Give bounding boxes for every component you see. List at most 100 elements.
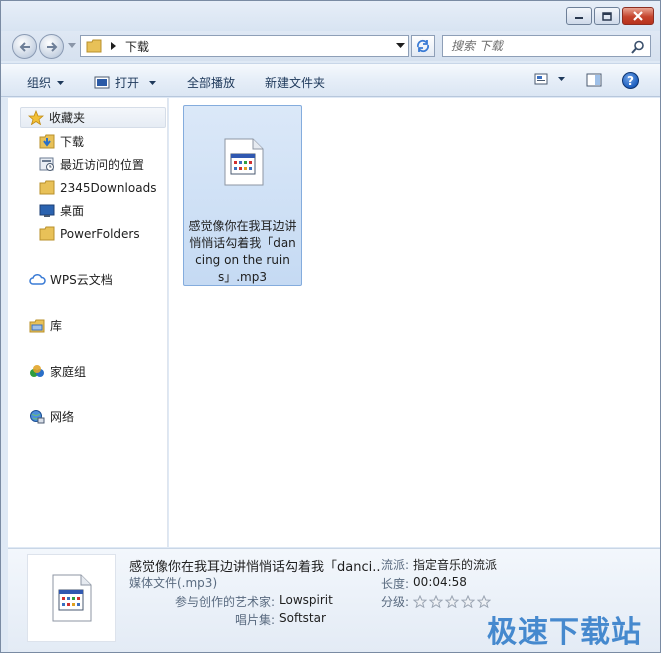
file-thumbnail (27, 554, 116, 642)
forward-arrow-icon (46, 41, 57, 52)
maximize-icon (602, 11, 612, 21)
details-file-title: 感觉像你在我耳边讲悄悄话勾着我「danci... (129, 560, 381, 575)
preview-pane-icon[interactable] (586, 73, 602, 87)
search-icon[interactable] (631, 40, 645, 54)
search-input[interactable] (451, 39, 631, 53)
minimize-icon (575, 17, 583, 19)
cloud-icon (28, 272, 46, 288)
sidebar-item-favorites[interactable]: 收藏夹 (20, 107, 166, 128)
library-icon (28, 318, 46, 334)
address-bar[interactable]: 下载 (80, 35, 409, 57)
star-empty-icon[interactable] (429, 595, 444, 608)
explorer-window: 下载 组织 打开 全部播放 新建文件夹 (0, 0, 661, 653)
sidebar-item-label: 2345Downloads (60, 180, 157, 195)
back-button[interactable] (12, 34, 37, 59)
details-album-row: 唱片集: Softstar (129, 611, 326, 628)
homegroup-icon (28, 364, 46, 380)
sidebar-item-label: WPS云文档 (50, 273, 113, 287)
album-value[interactable]: Softstar (279, 611, 326, 628)
change-view-button[interactable] (534, 73, 565, 85)
maximize-button[interactable] (594, 7, 620, 25)
close-icon (633, 11, 643, 21)
rating-label: 分级: (381, 595, 410, 609)
sidebar-item-label: PowerFolders (60, 226, 140, 241)
organize-label: 组织 (27, 76, 52, 90)
folder-icon (86, 39, 102, 53)
sidebar-item-label: 下载 (60, 135, 85, 149)
sidebar-item-powerfolders[interactable]: PowerFolders (38, 223, 140, 244)
open-label: 打开 (115, 76, 140, 90)
chevron-down-icon (558, 77, 565, 81)
address-dropdown-icon[interactable] (396, 43, 405, 49)
back-arrow-icon (19, 41, 30, 52)
rating-stars[interactable] (413, 595, 492, 608)
refresh-icon (416, 39, 430, 53)
chevron-down-icon (149, 80, 157, 85)
file-item[interactable]: 感觉像你在我耳边讲悄悄话勾着我「dancing on the ruins」.mp… (183, 105, 302, 286)
play-all-label: 全部播放 (187, 76, 236, 90)
sidebar-item-downloads[interactable]: 下载 (38, 131, 84, 152)
details-rating-row: 分级: (381, 593, 492, 610)
sidebar-item-2345downloads[interactable]: 2345Downloads (38, 177, 156, 198)
star-empty-icon[interactable] (461, 595, 476, 608)
network-icon (28, 409, 46, 425)
title-bar (1, 1, 660, 31)
details-artist-row: 参与创作的艺术家: Lowspirit (129, 593, 333, 610)
play-all-button[interactable]: 全部播放 (187, 74, 235, 91)
folder-icon (38, 226, 56, 242)
media-file-icon (52, 574, 91, 622)
star-empty-icon[interactable] (445, 595, 460, 608)
length-value: 00:04:58 (413, 575, 467, 589)
details-length-row: 长度: 00:04:58 (381, 575, 467, 592)
open-button[interactable]: 打开 (94, 74, 157, 91)
recent-places-icon (38, 157, 56, 173)
star-empty-icon[interactable] (413, 595, 428, 608)
desktop-icon (38, 203, 56, 219)
genre-label: 流派: (381, 558, 410, 572)
download-folder-icon (38, 134, 56, 150)
sidebar-item-desktop[interactable]: 桌面 (38, 200, 84, 221)
address-row: 下载 (1, 31, 660, 61)
forward-button[interactable] (39, 34, 64, 59)
media-player-icon (94, 76, 110, 89)
sidebar-item-label: 网络 (50, 410, 75, 424)
minimize-button[interactable] (566, 7, 592, 25)
details-file-type: 媒体文件(.mp3) (129, 576, 218, 590)
search-box[interactable] (442, 35, 651, 57)
breadcrumb-arrow-icon[interactable] (111, 42, 117, 50)
view-icon (534, 73, 548, 85)
artist-value[interactable]: Lowspirit (279, 593, 333, 610)
sidebar-item-label: 库 (50, 319, 63, 333)
close-button[interactable] (622, 7, 654, 25)
breadcrumb-current[interactable]: 下载 (125, 38, 149, 55)
navigation-pane: 收藏夹 下载 最近访问的位置 2345Downloads 桌面 PowerFol… (8, 98, 168, 547)
file-name[interactable]: 感觉像你在我耳边讲悄悄话勾着我「dancing on the ruins」.mp… (186, 218, 299, 286)
media-file-icon (224, 138, 264, 186)
genre-value[interactable]: 指定音乐的流派 (413, 556, 497, 573)
sidebar-item-label: 收藏夹 (49, 111, 86, 125)
length-label: 长度: (381, 577, 410, 591)
caption-buttons (566, 7, 654, 25)
new-folder-button[interactable]: 新建文件夹 (265, 74, 325, 91)
folder-icon (38, 180, 56, 196)
artist-label: 参与创作的艺术家: (174, 595, 275, 609)
album-label: 唱片集: (234, 613, 275, 627)
sidebar-item-network[interactable]: 网络 (28, 406, 74, 427)
sidebar-item-recent-places[interactable]: 最近访问的位置 (38, 154, 144, 175)
recent-pages-dropdown-icon[interactable] (68, 43, 76, 49)
command-bar: 组织 打开 全部播放 新建文件夹 ? (1, 63, 660, 97)
sidebar-item-label: 最近访问的位置 (60, 158, 145, 172)
new-folder-label: 新建文件夹 (265, 76, 326, 90)
sidebar-item-homegroup[interactable]: 家庭组 (28, 361, 86, 382)
refresh-button[interactable] (411, 35, 435, 57)
sidebar-item-wps-cloud[interactable]: WPS云文档 (28, 269, 113, 290)
sidebar-item-libraries[interactable]: 库 (28, 315, 62, 336)
organize-button[interactable]: 组织 (27, 74, 65, 91)
watermark-logo: 极速下载站 (487, 615, 642, 650)
help-icon[interactable]: ? (622, 72, 639, 89)
sidebar-item-label: 桌面 (60, 204, 85, 218)
sidebar-item-label: 家庭组 (50, 365, 87, 379)
details-genre-row: 流派: 指定音乐的流派 (381, 556, 497, 573)
chevron-down-icon (57, 80, 65, 85)
file-list[interactable]: 感觉像你在我耳边讲悄悄话勾着我「dancing on the ruins」.mp… (169, 98, 660, 547)
